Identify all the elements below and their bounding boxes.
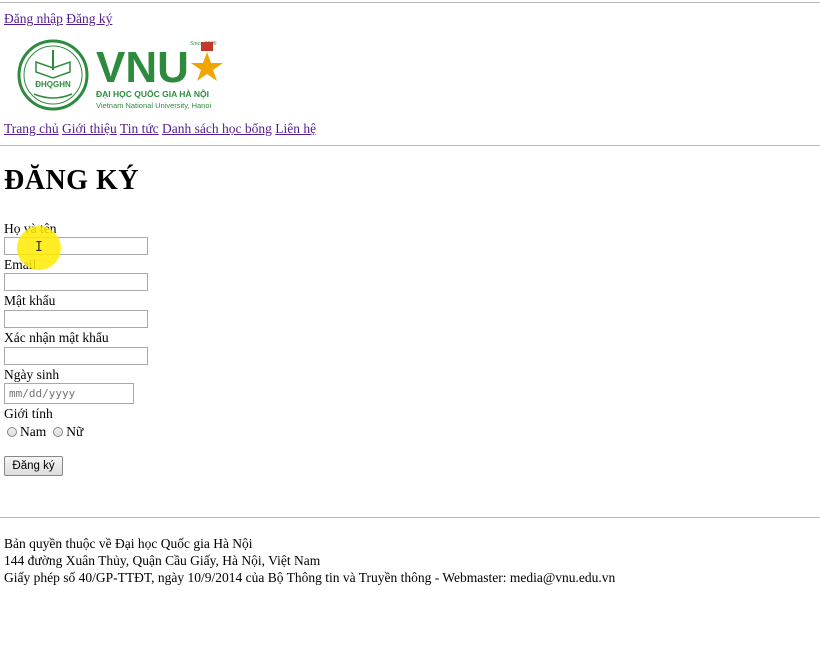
nav-item-home[interactable]: Trang chủ [4,121,59,136]
register-button[interactable]: Đăng ký [4,456,63,476]
nav-item-contact[interactable]: Liên hệ [275,121,316,136]
footer: Bản quyền thuộc về Đại học Quốc gia Hà N… [4,535,615,586]
auth-links: Đăng nhập Đăng ký [4,11,112,27]
confirm-password-input[interactable] [4,347,148,365]
full-name-input[interactable] [4,237,148,255]
gender-label-female: Nữ [66,424,84,439]
vnu-logo-graphic: ĐHQGHN VNU Since 1906 ĐẠI HỌC QUỐC GIA H… [17,39,223,111]
footer-divider [0,517,820,518]
email-label: Email [4,257,37,272]
footer-copyright: Bản quyền thuộc về Đại học Quốc gia Hà N… [4,536,253,551]
page-title: ĐĂNG KÝ [4,165,139,196]
gender-options: Nam Nữ [7,424,87,440]
email-input[interactable] [4,273,148,291]
star-icon [191,52,223,81]
full-name-label: Họ và tên [4,221,57,236]
footer-license: Giấy phép số 40/GP-TTĐT, ngày 10/9/2014 … [4,570,616,585]
birthday-label: Ngày sinh [4,367,60,382]
birthday-input[interactable] [4,383,134,404]
main-nav: Trang chủ Giới thiệu Tin tức Danh sách h… [4,121,316,137]
gender-radio-female[interactable] [53,427,64,437]
password-label: Mật khẩu [4,293,56,308]
vnu-logo[interactable]: ĐHQGHN VNU Since 1906 ĐẠI HỌC QUỐC GIA H… [16,38,246,114]
gender-label: Giới tính [4,406,53,421]
gender-radio-male[interactable] [7,427,17,437]
logo-abbr: ĐHQGHN [35,80,71,89]
top-divider [0,2,820,3]
confirm-password-label: Xác nhận mật khẩu [4,330,109,345]
nav-item-about[interactable]: Giới thiệu [62,121,117,136]
logo-name-en: Vietnam National University, Hanoi [96,101,212,110]
logo-wordmark: VNU [96,43,189,92]
text-cursor-icon: I [35,240,43,255]
nav-item-scholarships[interactable]: Danh sách học bổng [162,121,272,136]
gender-label-male: Nam [20,424,47,439]
password-input[interactable] [4,310,148,328]
login-link[interactable]: Đăng nhập [4,11,63,26]
register-link[interactable]: Đăng ký [66,11,112,26]
footer-address: 144 đường Xuân Thủy, Quận Cầu Giấy, Hà N… [4,553,321,568]
nav-divider [0,145,820,146]
logo-name-vi: ĐẠI HỌC QUỐC GIA HÀ NỘI [96,88,209,99]
nav-item-news[interactable]: Tin tức [120,121,159,136]
